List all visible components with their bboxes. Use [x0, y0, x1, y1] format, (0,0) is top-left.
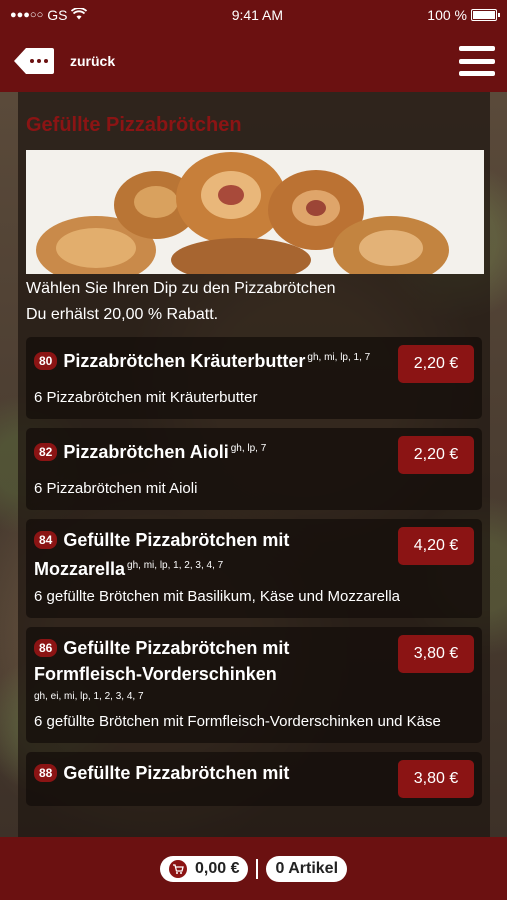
hamburger-menu-icon[interactable]	[459, 46, 495, 76]
item-number-badge: 80	[34, 352, 58, 370]
item-number-badge: 86	[34, 639, 58, 657]
add-to-cart-price-button[interactable]: 3,80 €	[398, 635, 474, 673]
item-allergens: gh, mi, lp, 1, 7	[307, 352, 371, 363]
category-image	[26, 150, 484, 274]
item-allergens: gh, ei, mi, lp, 1, 2, 3, 4, 7	[34, 691, 144, 702]
battery-icon	[470, 9, 500, 21]
add-to-cart-price-button[interactable]: 4,20 €	[398, 527, 474, 565]
cart-count-button[interactable]: 0 Artikel	[266, 855, 348, 882]
back-label: zurück	[70, 53, 116, 69]
list-item[interactable]: 86 Gefüllte Pizzabrötchen mit Formfleisch…	[26, 627, 482, 743]
carrier-name: GS	[47, 7, 68, 23]
add-to-cart-price-button[interactable]: 3,80 €	[398, 760, 474, 798]
cart-bar: 0,00 € 0 Artikel	[0, 837, 507, 900]
cart-total-button[interactable]: 0,00 €	[159, 855, 249, 882]
menu-content[interactable]: Gefüllte Pizzabrötchen Wählen Sie Ihren …	[18, 92, 490, 837]
item-title: 88 Gefüllte Pizzabrötchen mit	[34, 760, 394, 786]
item-title: 86 Gefüllte Pizzabrötchen mit Formfleisch…	[34, 635, 394, 707]
back-arrow-icon	[12, 46, 56, 76]
item-name: Gefüllte Pizzabrötchen mit Formfleisch-V…	[34, 638, 290, 684]
signal-strength: ●●●○○	[10, 9, 44, 21]
cart-divider	[256, 858, 259, 879]
item-allergens: gh, mi, lp, 1, 2, 3, 4, 7	[127, 560, 224, 571]
list-item[interactable]: 84 Gefüllte Pizzabrötchen mit Mozzarella g…	[26, 519, 482, 618]
item-name: Pizzabrötchen Kräuterbutter	[63, 351, 306, 371]
item-allergens: gh, lp, 7	[230, 443, 267, 454]
item-name: Gefüllte Pizzabrötchen mit Mozzarella	[34, 530, 290, 579]
cart-count: 0 Artikel	[275, 859, 339, 877]
status-right: 100 %	[427, 7, 500, 23]
item-number-badge: 82	[34, 443, 58, 461]
battery-percent: 100 %	[427, 7, 467, 23]
item-name: Pizzabrötchen Aioli	[63, 442, 229, 462]
list-item[interactable]: 80 Pizzabrötchen Kräuterbutter gh, mi, lp,…	[26, 337, 482, 419]
category-title: Gefüllte Pizzabrötchen	[26, 114, 242, 136]
cart-total: 0,00 €	[194, 859, 240, 877]
item-description: 6 gefüllte Brötchen mit Formfleisch-Vord…	[34, 713, 441, 730]
intro-dip-text: Wählen Sie Ihren Dip zu den Pizzabrötche…	[26, 280, 336, 297]
category-intro: Wählen Sie Ihren Dip zu den Pizzabrötche…	[26, 276, 482, 328]
clock: 9:41 AM	[231, 7, 284, 23]
item-number-badge: 88	[34, 764, 58, 782]
wifi-icon	[71, 7, 88, 23]
item-title: 82 Pizzabrötchen Aioli gh, lp, 7	[34, 436, 394, 465]
list-item[interactable]: 88 Gefüllte Pizzabrötchen mit 3,80 €	[26, 752, 482, 806]
status-left: ●●●○○ GS	[10, 7, 88, 23]
nav-bar: zurück	[0, 30, 507, 92]
item-number-badge: 84	[34, 531, 58, 549]
cart-icon	[168, 859, 187, 878]
add-to-cart-price-button[interactable]: 2,20 €	[398, 345, 474, 383]
item-description: 6 gefüllte Brötchen mit Basilikum, Käse …	[34, 588, 401, 605]
item-title: 80 Pizzabrötchen Kräuterbutter gh, mi, lp,…	[34, 345, 394, 374]
item-description: 6 Pizzabrötchen mit Kräuterbutter	[34, 389, 258, 406]
status-bar: ●●●○○ GS 9:41 AM 100 %	[0, 0, 507, 30]
list-item[interactable]: 82 Pizzabrötchen Aioli gh, lp, 7 2,20 € 6 …	[26, 428, 482, 510]
item-name: Gefüllte Pizzabrötchen mit	[63, 763, 290, 783]
back-button[interactable]: zurück	[12, 46, 115, 76]
item-title: 84 Gefüllte Pizzabrötchen mit Mozzarella g…	[34, 527, 394, 582]
add-to-cart-price-button[interactable]: 2,20 €	[398, 436, 474, 474]
item-description: 6 Pizzabrötchen mit Aioli	[34, 480, 198, 497]
intro-discount-text: Du erhälst 20,00 % Rabatt.	[26, 306, 219, 323]
